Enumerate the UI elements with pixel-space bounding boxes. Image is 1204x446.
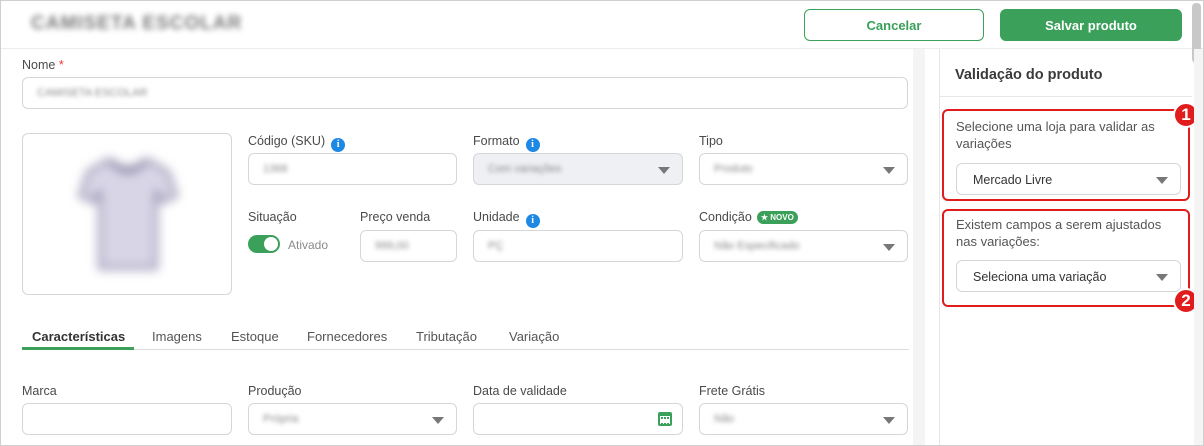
tab-fornecedores[interactable]: Fornecedores — [307, 329, 387, 344]
tabs-divider — [22, 349, 909, 350]
store-select[interactable]: Mercado Livre — [956, 163, 1181, 195]
page-title: CAMISETA ESCOLAR — [31, 13, 243, 34]
unit-label: Unidade i — [473, 210, 540, 228]
name-input[interactable]: CAMISETA ESCOLAR — [22, 77, 908, 109]
panel-divider — [940, 96, 1192, 97]
chevron-down-icon — [883, 417, 895, 424]
format-select[interactable]: Com variações — [473, 153, 683, 185]
app-frame: CAMISETA ESCOLAR Cancelar Salvar produto… — [0, 0, 1204, 446]
type-select[interactable]: Produto — [699, 153, 908, 185]
toggle-knob — [264, 237, 278, 251]
page-header: CAMISETA ESCOLAR Cancelar Salvar produto — [1, 1, 1203, 63]
type-label: Tipo — [699, 134, 723, 148]
chevron-down-icon — [658, 167, 670, 174]
chevron-down-icon — [883, 167, 895, 174]
tshirt-image — [78, 157, 178, 270]
free-shipping-select[interactable]: Não — [699, 403, 908, 435]
info-icon[interactable]: i — [331, 137, 346, 152]
tab-variacao[interactable]: Variação — [509, 329, 559, 344]
info-icon[interactable]: i — [525, 213, 540, 228]
sku-label: Código (SKU) i — [248, 134, 346, 152]
format-label: Formato i — [473, 134, 540, 152]
variation-prompt: Existem campos a serem ajustados nas var… — [956, 217, 1162, 249]
name-label: Nome * — [22, 58, 64, 72]
production-select[interactable]: Própria — [248, 403, 457, 435]
cancel-button[interactable]: Cancelar — [804, 9, 984, 41]
situation-toggle[interactable] — [248, 235, 280, 253]
tab-estoque[interactable]: Estoque — [231, 329, 279, 344]
validation-panel-title: Validação do produto — [955, 67, 1103, 83]
chevron-down-icon — [1156, 177, 1168, 184]
expiry-date-input[interactable] — [473, 403, 683, 435]
condition-label: Condição ★ NOVO — [699, 210, 798, 224]
free-shipping-label: Frete Grátis — [699, 384, 765, 398]
sale-price-input[interactable]: 999,00 — [360, 230, 457, 262]
expiry-date-label: Data de validade — [473, 384, 567, 398]
situation-label: Situação — [248, 210, 297, 224]
calendar-icon[interactable] — [658, 412, 672, 426]
sku-input[interactable]: 1368 — [248, 153, 457, 185]
variation-select[interactable]: Seleciona uma variação — [956, 260, 1181, 292]
brand-label: Marca — [22, 384, 57, 398]
active-tab-indicator — [22, 347, 134, 350]
product-image-box[interactable] — [22, 133, 232, 295]
save-product-button[interactable]: Salvar produto — [1000, 9, 1182, 41]
chevron-down-icon — [1156, 274, 1168, 281]
sale-price-label: Preço venda — [360, 210, 431, 224]
chevron-down-icon — [883, 244, 895, 251]
tab-caracteristicas[interactable]: Características — [32, 329, 125, 344]
main-scrollbar[interactable] — [913, 49, 925, 445]
panel-scrollbar[interactable] — [1194, 49, 1203, 445]
store-prompt: Selecione uma loja para validar as varia… — [956, 119, 1155, 151]
unit-input[interactable]: PÇ — [473, 230, 683, 262]
info-icon[interactable]: i — [525, 137, 540, 152]
chevron-down-icon — [432, 417, 444, 424]
tab-tributacao[interactable]: Tributação — [416, 329, 477, 344]
new-badge: ★ NOVO — [756, 211, 798, 224]
condition-select[interactable]: Não Especificado — [699, 230, 908, 262]
brand-input[interactable] — [22, 403, 232, 435]
tab-imagens[interactable]: Imagens — [152, 329, 202, 344]
production-label: Produção — [248, 384, 302, 398]
situation-toggle-label: Ativado — [288, 238, 329, 252]
